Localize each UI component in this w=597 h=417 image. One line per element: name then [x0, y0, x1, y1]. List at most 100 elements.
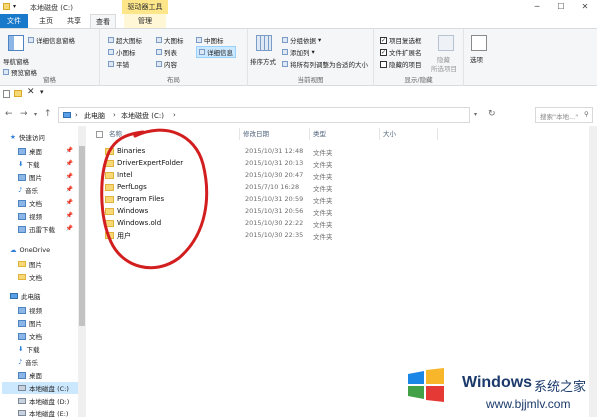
layout-details[interactable]: 详细信息 — [196, 46, 236, 58]
nav-pc-downloads[interactable]: ⬇ 下载 — [18, 343, 39, 355]
checkbox-unchecked-icon[interactable] — [380, 60, 387, 68]
nav-downloads[interactable]: ⬇ 下载 — [18, 158, 39, 170]
nav-onedrive[interactable]: ☁ OneDrive — [10, 244, 50, 256]
nav-pictures[interactable]: 图片 — [18, 171, 42, 183]
nav-pc-documents[interactable]: 文档 — [18, 330, 42, 342]
forward-arrow-icon[interactable]: → — [20, 109, 28, 119]
address-bar[interactable]: › 此电脑 › 本地磁盘 (C:) › — [58, 107, 470, 123]
address-dropdown-icon[interactable]: ▾ — [474, 111, 477, 118]
file-extensions-toggle[interactable]: ✓ 文件扩展名 — [380, 47, 422, 57]
new-folder-icon[interactable] — [14, 90, 22, 97]
layout-small-icons[interactable]: 小图标 — [108, 47, 136, 57]
nav-drive-c[interactable]: 本地磁盘 (C:) — [2, 382, 78, 394]
column-header-size[interactable]: 大小 — [383, 128, 396, 140]
checkbox-checked-icon[interactable]: ✓ — [380, 48, 387, 56]
nav-label: 图片 — [29, 320, 42, 328]
extra-large-icons-icon — [108, 37, 114, 43]
chevron-down-icon[interactable]: ▾ — [40, 88, 44, 96]
details-pane-button[interactable]: 详细信息窗格 — [28, 35, 75, 45]
layout-medium-icons[interactable]: 中图标 — [196, 35, 224, 45]
nav-quick-access[interactable]: ★ 快速访问 — [10, 131, 45, 143]
nav-label: 文档 — [29, 333, 42, 341]
breadcrumb-drive-c[interactable]: 本地磁盘 (C:) — [121, 111, 164, 121]
file-type: 文件夹 — [313, 233, 333, 241]
layout-large-icons[interactable]: 大图标 — [156, 35, 184, 45]
window-title: 本地磁盘 (C:) — [30, 4, 73, 12]
back-arrow-icon[interactable]: ← — [5, 109, 13, 119]
nav-onedrive-pictures[interactable]: 图片 — [18, 258, 42, 270]
dropdown-icon[interactable]: ▾ — [13, 3, 20, 10]
file-date: 2015/10/31 12:48 — [245, 147, 304, 155]
pin-icon: 📌 — [65, 225, 73, 232]
breadcrumb-separator-icon: › — [173, 111, 176, 119]
layout-content[interactable]: 内容 — [156, 59, 177, 69]
ribbon-tabs: 文件 主页 共享 查看 管理 — [0, 14, 597, 28]
nav-pc-pictures[interactable]: 图片 — [18, 317, 42, 329]
nav-this-pc[interactable]: 此电脑 — [10, 290, 41, 302]
hidden-items-toggle[interactable]: 隐藏的项目 — [380, 59, 422, 69]
layout-tiles[interactable]: 平铺 — [108, 59, 129, 69]
tab-file[interactable]: 文件 — [0, 14, 28, 28]
nav-scrollbar-thumb[interactable] — [79, 146, 85, 326]
column-header-type[interactable]: 类型 — [313, 128, 326, 140]
close-button[interactable]: ✕ — [573, 0, 597, 14]
column-separator[interactable] — [379, 128, 380, 140]
nav-label: 视频 — [29, 213, 42, 221]
star-icon: ★ — [10, 133, 16, 141]
details-pane-label: 详细信息窗格 — [36, 37, 75, 45]
sort-by-button[interactable]: 排序方式 — [250, 56, 276, 66]
layout-extra-large-icons[interactable]: 超大图标 — [108, 35, 142, 45]
file-type: 文件夹 — [313, 197, 333, 205]
tab-share[interactable]: 共享 — [62, 14, 86, 28]
nav-drive-d[interactable]: 本地磁盘 (D:) — [18, 395, 69, 407]
search-icon: ⚲ — [584, 110, 589, 118]
layout-list[interactable]: 列表 — [156, 47, 177, 57]
checkbox-checked-icon[interactable]: ✓ — [380, 36, 387, 44]
delete-icon[interactable]: ✕ — [27, 87, 35, 97]
tab-view[interactable]: 查看 — [90, 14, 116, 28]
nav-pc-music[interactable]: ♪ 音乐 — [18, 356, 38, 368]
nav-desktop[interactable]: 桌面 — [18, 145, 42, 157]
group-by-button[interactable]: 分组依据 ▾ — [282, 35, 321, 45]
nav-videos[interactable]: 视频 — [18, 210, 42, 222]
folder-icon[interactable] — [3, 3, 10, 10]
recent-locations-icon[interactable]: ▾ — [34, 111, 37, 118]
hide-selected-label-2: 所选项目 — [431, 63, 457, 73]
nav-pc-desktop[interactable]: 桌面 — [18, 369, 42, 381]
size-columns-button[interactable]: 将所有列调整为合适的大小 — [282, 59, 368, 69]
nav-music[interactable]: ♪ 音乐 — [18, 184, 38, 196]
options-icon — [471, 35, 487, 51]
search-input[interactable]: 搜索"本地..." ⚲ — [535, 107, 593, 123]
pin-icon: 📌 — [65, 199, 73, 206]
nav-drive-e[interactable]: 本地磁盘 (E:) — [18, 407, 68, 417]
item-checkboxes-toggle[interactable]: ✓ 项目复选框 — [380, 35, 422, 45]
minimize-button[interactable]: ─ — [525, 0, 549, 14]
breadcrumb-this-pc[interactable]: 此电脑 — [84, 111, 105, 121]
hide-selected-label-2-text: 所选项目 — [431, 65, 457, 73]
up-arrow-icon[interactable]: ↑ — [44, 109, 52, 119]
tab-home[interactable]: 主页 — [34, 14, 58, 28]
properties-icon[interactable] — [3, 90, 10, 98]
refresh-icon[interactable]: ↻ — [488, 109, 496, 119]
add-column-button[interactable]: 添加列 ▾ — [282, 47, 315, 57]
nav-thunder-downloads[interactable]: 迅雷下载 — [18, 223, 55, 235]
windows-logo-icon — [408, 368, 444, 402]
column-separator[interactable] — [437, 128, 438, 140]
options-button[interactable]: 选项 — [470, 54, 483, 64]
column-header-date[interactable]: 修改日期 — [243, 128, 269, 140]
nav-pane-button[interactable]: 导航窗格 — [3, 56, 29, 66]
details-icon — [199, 49, 205, 55]
breadcrumb-separator-icon: › — [113, 111, 116, 119]
title-bar: ▾ 本地磁盘 (C:) 驱动器工具 ─ ☐ ✕ — [0, 0, 597, 14]
column-separator[interactable] — [239, 128, 240, 140]
nav-onedrive-documents[interactable]: 文档 — [18, 271, 42, 283]
maximize-button[interactable]: ☐ — [549, 0, 573, 14]
column-separator[interactable] — [309, 128, 310, 140]
tab-manage[interactable]: 管理 — [124, 14, 166, 28]
desktop-icon — [18, 371, 26, 379]
add-column-label: 添加列 — [290, 49, 310, 57]
nav-scrollbar[interactable] — [78, 126, 86, 417]
nav-pc-videos[interactable]: 视频 — [18, 304, 42, 316]
nav-documents[interactable]: 文档 — [18, 197, 42, 209]
pictures-icon — [18, 173, 26, 181]
